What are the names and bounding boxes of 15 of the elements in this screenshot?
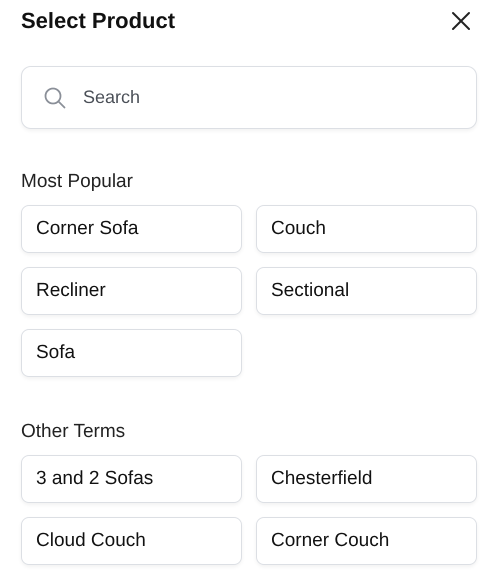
dialog-title: Select Product: [21, 8, 176, 34]
close-icon[interactable]: [451, 11, 471, 31]
search-field[interactable]: Search: [21, 66, 477, 129]
section-heading: Other Terms: [21, 421, 126, 443]
product-option[interactable]: Sofa: [21, 329, 242, 377]
product-option[interactable]: Corner Sofa: [21, 205, 242, 253]
product-option[interactable]: Sectional: [256, 267, 477, 315]
search-icon: [44, 87, 66, 109]
product-option[interactable]: Cloud Couch: [21, 517, 242, 565]
product-option[interactable]: 3 and 2 Sofas: [21, 455, 242, 503]
product-option[interactable]: Corner Couch: [256, 517, 477, 565]
product-option[interactable]: Chesterfield: [256, 455, 477, 503]
product-option[interactable]: Recliner: [21, 267, 242, 315]
product-option[interactable]: Couch: [256, 205, 477, 253]
section-heading: Most Popular: [21, 171, 133, 193]
